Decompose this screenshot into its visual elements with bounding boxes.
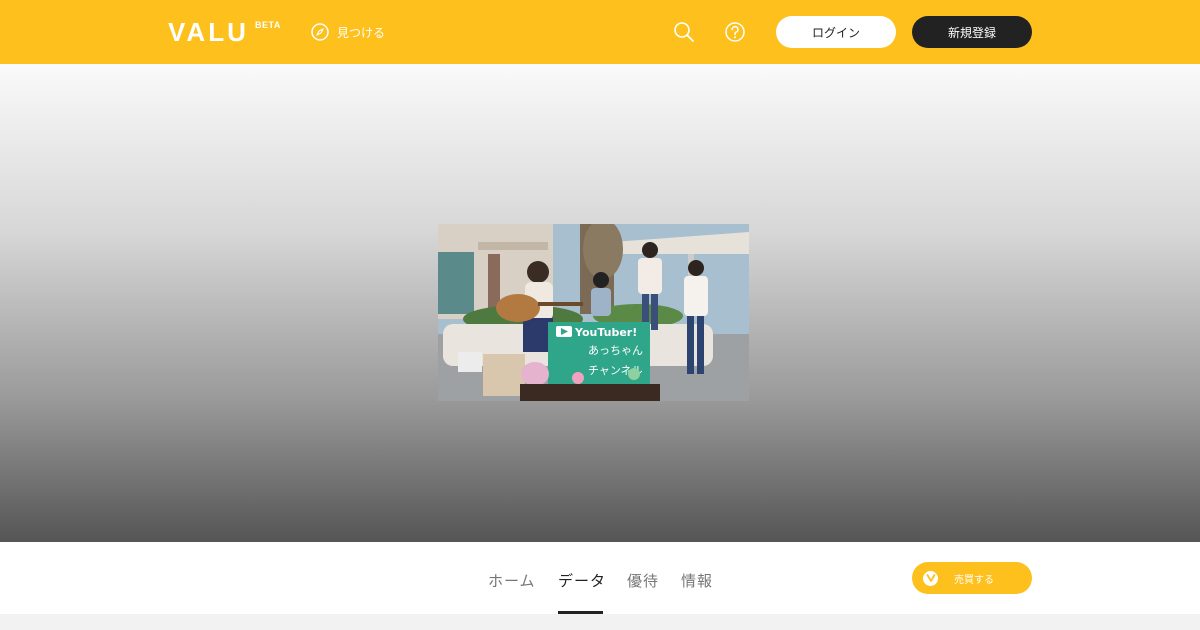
- tab-benefits[interactable]: 優待: [627, 570, 659, 591]
- beta-label: BETA: [255, 20, 281, 30]
- help-icon[interactable]: [724, 21, 746, 43]
- discover-link[interactable]: 見つける: [311, 22, 385, 42]
- valu-logo[interactable]: VALU: [168, 18, 249, 46]
- street-musician-photo: YouTuber! あっちゃん チャンネル: [438, 224, 749, 401]
- valu-coin-icon: [923, 570, 938, 586]
- tab-home[interactable]: ホーム: [488, 570, 536, 591]
- trade-button[interactable]: 売買する: [912, 562, 1032, 594]
- login-button[interactable]: ログイン: [776, 16, 896, 48]
- search-icon[interactable]: [673, 21, 695, 43]
- signup-button[interactable]: 新規登録: [912, 16, 1032, 48]
- banner-youtuber-text: YouTuber!: [574, 326, 637, 339]
- profile-cover: YouTuber! あっちゃん チャンネル: [0, 64, 1200, 542]
- profile-tabs: ホーム データ 優待 情報 売買する: [0, 542, 1200, 614]
- active-tab-indicator: [558, 611, 603, 614]
- trade-label: 売買する: [954, 574, 994, 586]
- banner-name-text: あっちゃん: [588, 344, 643, 357]
- compass-icon: [311, 23, 329, 41]
- discover-label: 見つける: [337, 25, 386, 40]
- tab-data[interactable]: データ: [558, 570, 606, 591]
- profile-photo[interactable]: YouTuber! あっちゃん チャンネル: [438, 224, 749, 401]
- top-header: VALU BETA 見つける ログイン 新規登録: [0, 0, 1200, 64]
- tab-info[interactable]: 情報: [681, 570, 713, 591]
